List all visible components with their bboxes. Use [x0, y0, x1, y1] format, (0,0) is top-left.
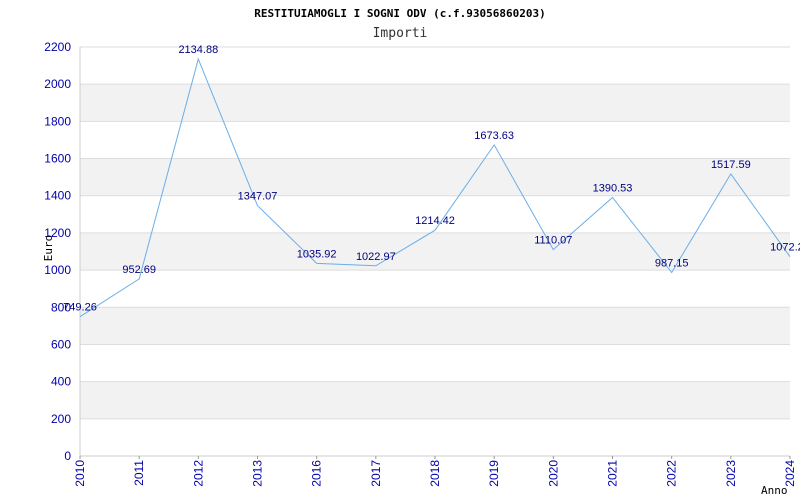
- x-tick-labels: 2010 2011 2012 2013 2016 2017 2018 2019 2020 2021…: [73, 456, 797, 487]
- x-tick-label: 2019: [487, 460, 501, 487]
- data-label: 1390.53: [593, 182, 633, 194]
- y-tick-label: 1600: [44, 152, 71, 166]
- y-tick-label: 2200: [44, 40, 71, 54]
- y-tick-label: 200: [51, 412, 71, 426]
- y-tick-label: 1000: [44, 263, 71, 277]
- grid-band: [80, 158, 790, 196]
- x-tick-label: 2018: [428, 460, 442, 487]
- data-label: 1022.97: [356, 251, 396, 263]
- x-tick-label: 2013: [251, 460, 265, 487]
- x-tick-label: 2011: [132, 460, 146, 486]
- grid-band: [80, 307, 790, 345]
- x-tick-label: 2017: [369, 460, 383, 487]
- x-tick-label: 2016: [310, 460, 324, 487]
- y-tick-label: 2000: [44, 77, 71, 91]
- x-tick-label: 2021: [606, 460, 620, 487]
- data-label: 987.15: [655, 257, 689, 269]
- x-tick-label: 2020: [546, 460, 560, 487]
- x-tick-label: 2022: [665, 460, 679, 487]
- grid-band: [80, 381, 790, 419]
- y-tick-label: 0: [64, 449, 71, 463]
- x-tick-label: 2024: [783, 460, 797, 487]
- x-axis-label: Anno: [761, 484, 788, 497]
- y-tick-label: 1800: [44, 114, 71, 128]
- data-label: 1110.07: [534, 235, 572, 247]
- data-label: 1673.63: [474, 130, 514, 142]
- data-label: 1517.59: [711, 159, 751, 171]
- y-axis-label: Euro: [42, 235, 55, 262]
- x-tick-label: 2012: [191, 460, 205, 487]
- x-tick-label: 2010: [73, 460, 87, 487]
- data-label: 2134.88: [178, 44, 218, 56]
- chart-title: RESTITUIAMOGLI I SOGNI ODV (c.f.93056860…: [254, 7, 545, 20]
- data-label: 1072.22: [770, 242, 800, 254]
- data-label: 749.26: [63, 302, 97, 314]
- data-label: 1347.07: [238, 191, 278, 203]
- data-label: 1035.92: [297, 248, 337, 260]
- data-label: 952.69: [122, 264, 156, 276]
- line-chart: RESTITUIAMOGLI I SOGNI ODV (c.f.93056860…: [42, 7, 800, 497]
- data-label: 1214.42: [415, 215, 455, 227]
- chart-subtitle: Importi: [373, 26, 428, 41]
- y-tick-label: 400: [51, 375, 71, 389]
- x-tick-label: 2023: [724, 460, 738, 487]
- y-tick-label: 1400: [44, 189, 71, 203]
- grid-bands: [80, 84, 790, 419]
- y-tick-label: 600: [51, 337, 71, 351]
